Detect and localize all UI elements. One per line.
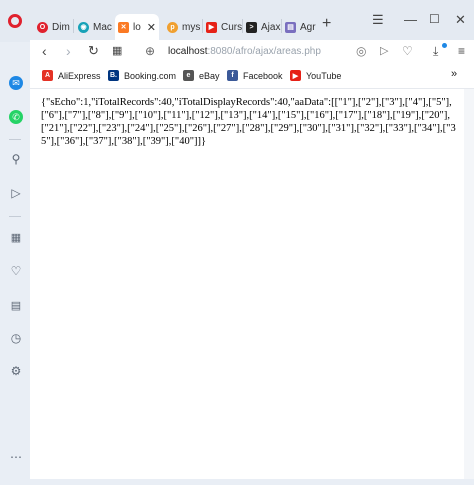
new-tab-button[interactable]: + [322,15,331,33]
bookmark-youtube[interactable]: ▶ YouTube [290,70,341,81]
close-tab-icon[interactable]: ✕ [147,21,156,34]
forward-button[interactable]: › [66,44,71,58]
heart-icon[interactable]: ♡ [402,44,413,58]
ebay-icon: e [183,70,194,81]
tab-label: Dim [52,21,70,33]
tab-ajax[interactable]: > Ajax [246,16,280,38]
bookmark-facebook[interactable]: f Facebook [227,70,283,81]
history-clock-icon[interactable]: ◷ [9,331,23,345]
close-window-button[interactable]: ✕ [455,12,466,28]
download-badge [442,43,447,48]
tab-menu-icon[interactable]: ☰ [372,12,384,28]
page-icon: ▤ [285,21,296,33]
reload-button[interactable]: ↻ [88,44,99,58]
opera-icon: O [37,21,48,33]
send-icon[interactable]: ▷ [380,44,388,58]
tab-label: Mac [93,21,112,33]
bookmarks-bar: A AliExpress B. Booking.com e eBay f Fac… [30,64,474,89]
tab-mys[interactable]: p mys [167,16,200,38]
speed-dial-icon[interactable]: ▦ [112,44,122,58]
address-toolbar: ‹ › ↻ ▦ ⊕ localhost:8080/afro/ajax/areas… [30,40,474,64]
settings-gear-icon[interactable]: ⚙ [9,364,23,378]
window-bottom-edge [30,479,474,485]
php-icon: p [167,21,178,33]
back-button[interactable]: ‹ [42,44,47,58]
youtube-icon: ▶ [206,21,217,33]
address-host: localhost [168,46,208,57]
tab-mac[interactable]: ◉ Mac [78,16,112,38]
youtube-icon: ▶ [290,70,301,81]
messenger-icon[interactable]: ✉ [9,76,23,90]
bookmarks-heart-icon[interactable]: ♡ [9,264,23,278]
facebook-icon: f [227,70,238,81]
send-icon[interactable]: ▷ [9,186,23,200]
downloads-icon[interactable]: ⤓ [433,44,438,58]
bookmark-aliexpress[interactable]: A AliExpress [42,70,101,81]
whatsapp-icon[interactable]: ✆ [9,110,23,124]
bookmark-label: YouTube [306,70,342,81]
bookmark-label: Facebook [243,70,283,81]
speed-dial-icon[interactable]: ▦ [9,230,23,244]
tab-label: mys [182,21,201,33]
search-icon[interactable]: ⚲ [9,152,23,166]
more-icon[interactable]: ⋯ [9,450,23,464]
opera-menu-icon[interactable] [8,14,22,28]
tab-label: lo [133,21,141,33]
bookmark-label: Booking.com [124,70,177,81]
json-response-text: {"sEcho":1,"iTotalRecords":40,"iTotalDis… [41,97,456,147]
page-content: {"sEcho":1,"iTotalRecords":40,"iTotalDis… [30,89,464,479]
aliexpress-icon: A [42,70,53,81]
easy-setup-icon[interactable]: ≡ [458,44,465,58]
tab-strip: O Dim ◉ Mac ✕ lo ✕ p mys ▶ Curs > Ajax ▤ [0,0,474,42]
minimize-button[interactable]: — [404,12,417,27]
tab-label: Curs [221,21,243,33]
tab-label: Ajax [261,21,281,33]
site-info-globe-icon[interactable]: ⊕ [145,44,155,58]
code-icon: > [246,21,257,33]
more-bookmarks-icon[interactable]: » [451,68,457,80]
bookmark-label: AliExpress [58,70,101,81]
sidebar: ✉ ✆ ⚲ ▷ ▦ ♡ ▤ ◷ ⚙ ⋯ [0,42,30,485]
tab-curs[interactable]: ▶ Curs [206,16,242,38]
bookmark-booking[interactable]: B. Booking.com [108,70,176,81]
tab-localhost-active[interactable]: ✕ lo ✕ [115,14,160,40]
address-bar[interactable]: localhost:8080/afro/ajax/areas.php [168,46,321,57]
tab-agr[interactable]: ▤ Agr [285,16,316,38]
bookmark-ebay[interactable]: e eBay [183,70,220,81]
browser-window: O Dim ◉ Mac ✕ lo ✕ p mys ▶ Curs > Ajax ▤ [0,0,474,485]
bookmark-label: eBay [199,70,220,81]
scrollbar[interactable] [464,89,474,479]
maximize-button[interactable]: ☐ [429,12,440,26]
xampp-icon: ✕ [118,21,129,33]
snapshot-camera-icon[interactable]: ◎ [356,44,366,58]
news-icon[interactable]: ▤ [9,298,23,312]
booking-icon: B. [108,70,119,81]
address-path: :8080/afro/ajax/areas.php [207,46,321,57]
globe-icon: ◉ [78,21,89,33]
tab-label: Agr [300,21,316,33]
tab-dim[interactable]: O Dim [37,16,70,38]
